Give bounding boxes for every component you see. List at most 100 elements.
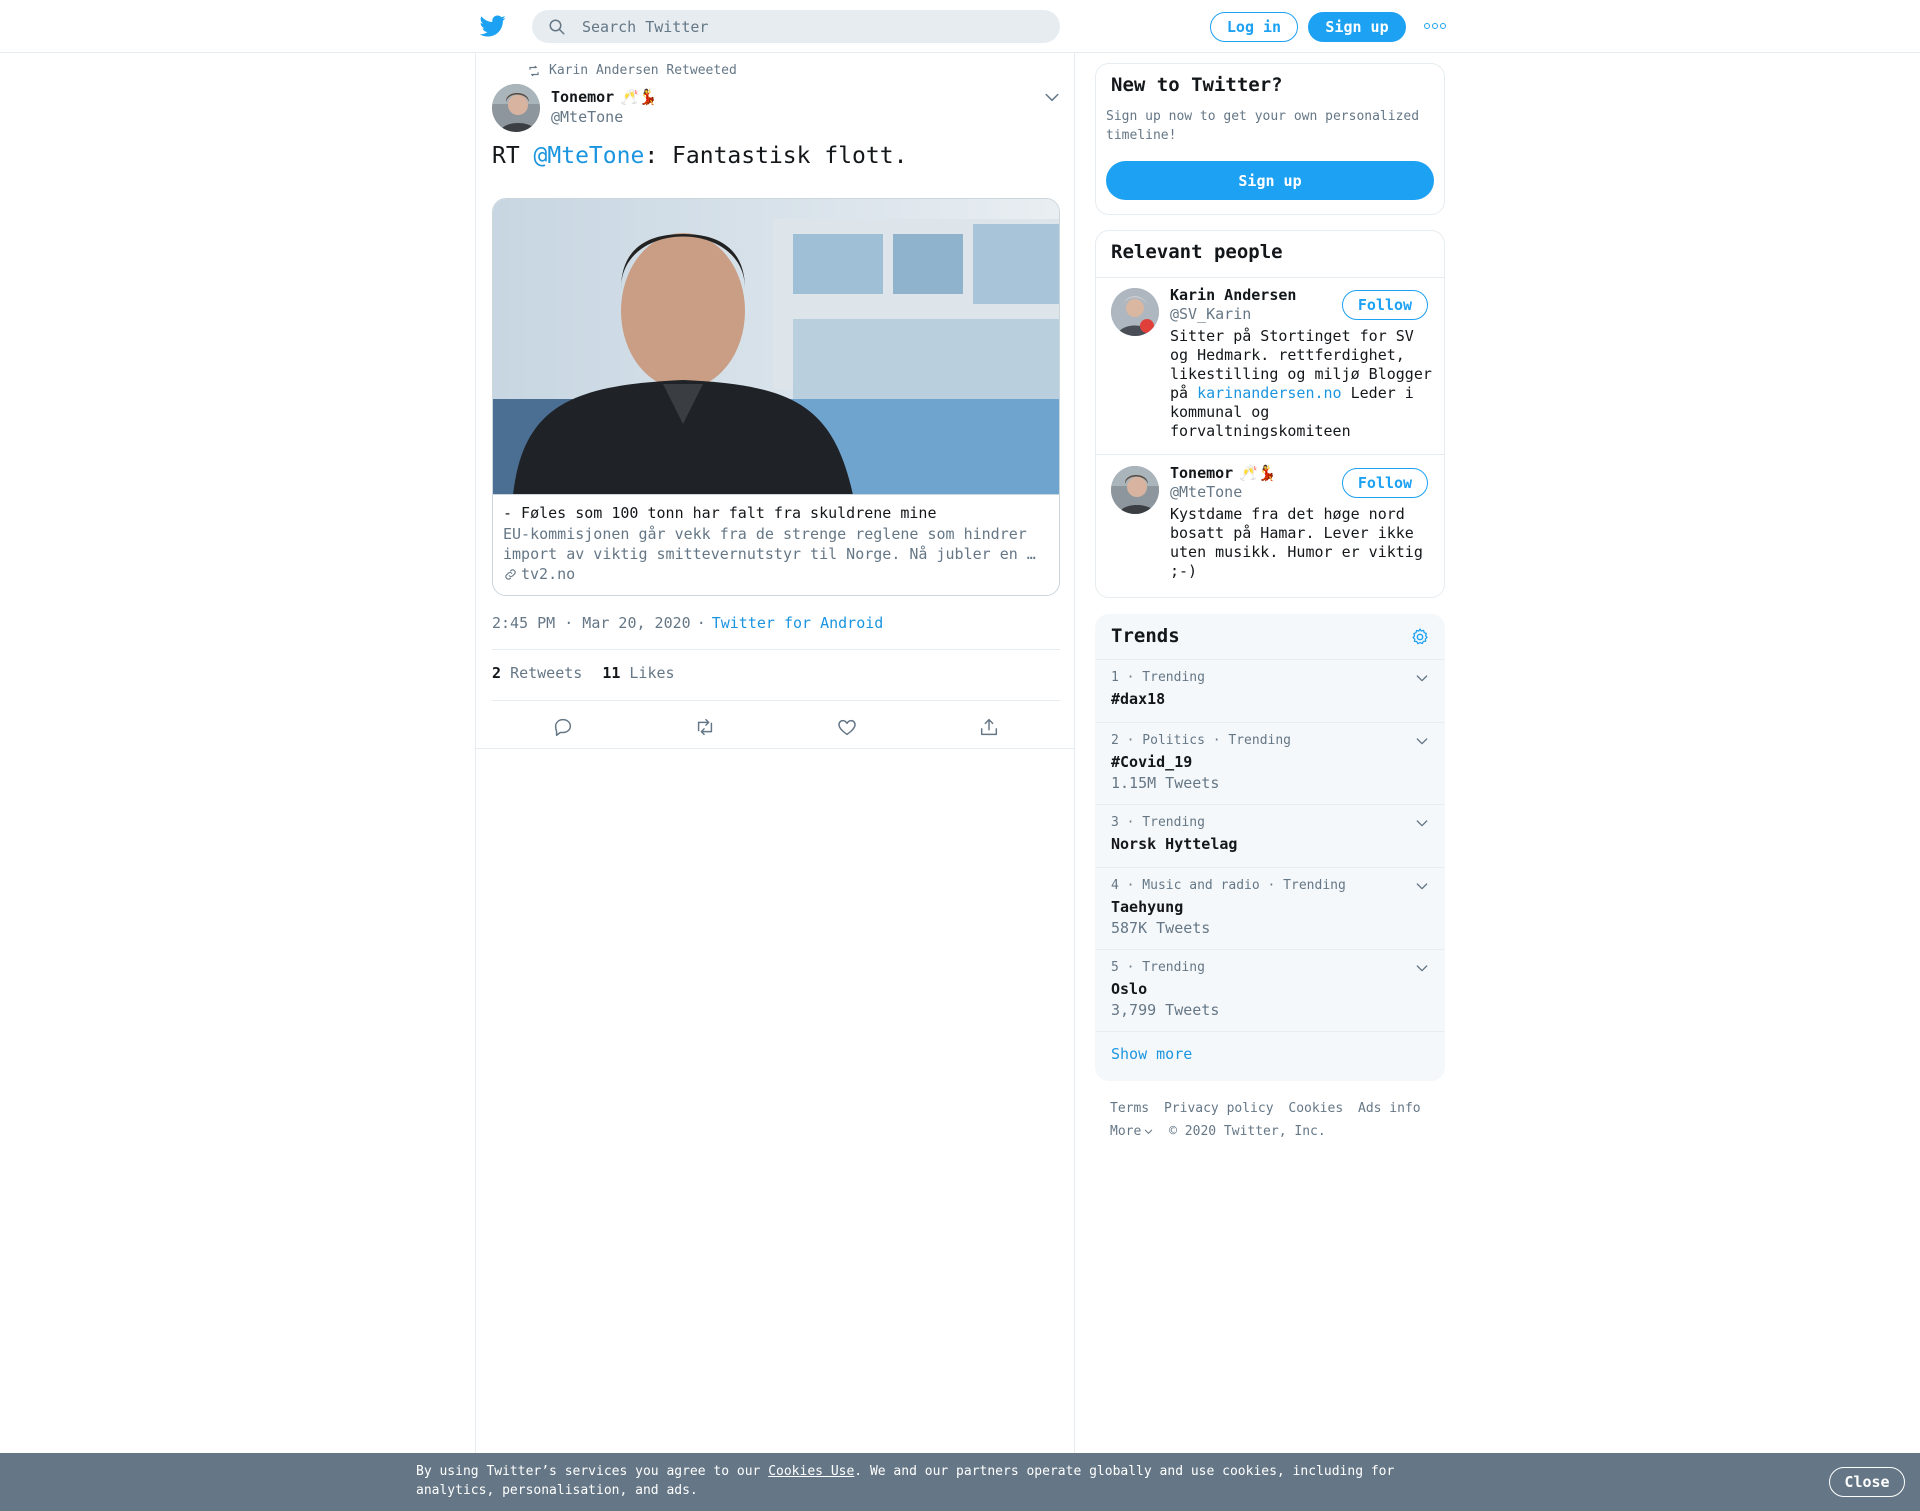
footer-more-label: More [1110, 1124, 1142, 1139]
chevron-down-icon [1145, 1129, 1153, 1134]
card-domain-text: tv2.no [521, 565, 576, 583]
person-handle[interactable]: @MteTone [1170, 483, 1242, 501]
trend-count: 3,799 Tweets [1111, 1001, 1220, 1019]
gear-icon[interactable] [1410, 627, 1430, 647]
person-name-text: Tonemor [1170, 464, 1234, 482]
person-bio: Kystdame fra det høge nord bosatt på Ham… [1170, 505, 1438, 581]
person-avatar[interactable] [1111, 288, 1159, 336]
tweet-stats: 2 Retweets 11 Likes [492, 664, 675, 682]
like-icon[interactable] [836, 716, 858, 738]
panel-header: Relevant people [1096, 231, 1444, 278]
trend-name: #dax18 [1111, 690, 1166, 708]
reply-icon[interactable] [552, 716, 574, 738]
footer-more-menu[interactable]: More [1110, 1120, 1154, 1143]
sidebar-footer: Terms Privacy policy Cookies Ads info Mo… [1110, 1097, 1440, 1143]
retweeted-by-text: Karin Andersen Retweeted [549, 63, 737, 78]
author-emoji: 🥂💃 [620, 88, 658, 106]
more-dots-icon[interactable] [1424, 17, 1446, 35]
search-input[interactable] [582, 17, 1022, 36]
person-card[interactable]: Karin Andersen @SV_Karin Follow Sitter p… [1096, 278, 1444, 455]
tweet-column: Karin Andersen Retweeted Tonemor 🥂💃 @Mte… [475, 53, 1075, 1453]
follow-button[interactable]: Follow [1342, 468, 1428, 498]
meta-separator: · [696, 614, 706, 632]
relevant-people-panel: Relevant people Karin Andersen @SV_Karin… [1095, 230, 1445, 598]
twitter-bird-icon[interactable] [480, 13, 506, 39]
like-count: 11 [602, 664, 621, 682]
cookies-use-link[interactable]: Cookies Use [768, 1464, 854, 1479]
chevron-down-icon[interactable] [1414, 960, 1430, 976]
person-avatar[interactable] [1111, 466, 1159, 514]
trend-item[interactable]: 3 · Trending Norsk Hyttelag [1096, 805, 1444, 868]
card-image [493, 199, 1059, 495]
like-label: Likes [629, 664, 675, 682]
footer-link-privacy[interactable]: Privacy policy [1164, 1101, 1274, 1116]
person-name-text: Karin Andersen [1170, 286, 1297, 304]
footer-link-terms[interactable]: Terms [1110, 1101, 1149, 1116]
tweet-meta: 2:45 PM · Mar 20, 2020 · Twitter for And… [492, 614, 883, 632]
trend-meta: 3 · Trending [1111, 815, 1205, 830]
signup-button[interactable]: Sign up [1308, 12, 1406, 42]
divider [492, 649, 1060, 650]
trend-meta: 4 · Music and radio · Trending [1111, 878, 1346, 893]
trend-meta: 2 · Politics · Trending [1111, 733, 1292, 748]
new-to-twitter-panel: New to Twitter? Sign up now to get your … [1095, 63, 1445, 215]
chevron-down-icon[interactable] [1414, 878, 1430, 894]
footer-link-ads-info[interactable]: Ads info [1358, 1101, 1421, 1116]
panel-title: Relevant people [1111, 241, 1283, 263]
chevron-down-icon[interactable] [1414, 670, 1430, 686]
author-avatar[interactable] [492, 84, 540, 132]
tweet-text-prefix: RT [492, 143, 534, 169]
person-bio: Sitter på Stortinget for SV og Hedmark. … [1170, 327, 1438, 441]
divider [476, 748, 1074, 749]
tweet-text-body: : Fantastisk flott. [644, 143, 908, 169]
chevron-down-icon[interactable] [1414, 815, 1430, 831]
retweet-icon[interactable] [694, 716, 716, 738]
trend-name: Taehyung [1111, 898, 1184, 916]
chevron-down-icon[interactable] [1042, 87, 1062, 107]
search-box[interactable] [532, 10, 1060, 43]
link-card[interactable]: - Føles som 100 tonn har falt fra skuldr… [492, 198, 1060, 596]
person-name[interactable]: Tonemor 🥂💃 [1170, 464, 1277, 482]
tweet-source-link[interactable]: Twitter for Android [712, 614, 884, 632]
top-header: Log in Sign up [0, 0, 1920, 53]
mention-link[interactable]: @MteTone [534, 143, 645, 169]
footer-link-cookies[interactable]: Cookies [1288, 1101, 1343, 1116]
person-emoji: 🥂💃 [1239, 464, 1277, 482]
divider [492, 700, 1060, 701]
card-body: - Føles som 100 tonn har falt fra skuldr… [503, 503, 1051, 584]
retweet-stat[interactable]: 2 Retweets [492, 664, 582, 682]
share-icon[interactable] [978, 716, 1000, 738]
retweet-count: 2 [492, 664, 502, 682]
person-card[interactable]: Tonemor 🥂💃 @MteTone Follow Kystdame fra … [1096, 456, 1444, 597]
tweet-actions [492, 707, 1060, 747]
tweet-text: RT @MteTone: Fantastisk flott. [492, 141, 907, 171]
retweet-label: Retweets [510, 664, 583, 682]
show-more-link[interactable]: Show more [1111, 1045, 1192, 1063]
trend-item[interactable]: 5 · Trending Oslo 3,799 Tweets [1096, 950, 1444, 1032]
login-button[interactable]: Log in [1210, 12, 1298, 42]
sidebar-signup-button[interactable]: Sign up [1106, 161, 1434, 200]
card-domain: tv2.no [503, 564, 1051, 584]
person-name[interactable]: Karin Andersen [1170, 286, 1296, 304]
tweet-timestamp[interactable]: 2:45 PM · Mar 20, 2020 [492, 614, 691, 632]
trend-meta: 1 · Trending [1111, 670, 1205, 685]
bio-link[interactable]: karinandersen.no [1197, 384, 1342, 402]
trends-panel: Trends 1 · Trending #dax18 2 · Politics … [1095, 614, 1445, 1081]
author-handle[interactable]: @MteTone [551, 108, 623, 126]
author-name[interactable]: Tonemor 🥂💃 [551, 88, 658, 106]
panel-title: Trends [1111, 625, 1180, 647]
bio-text: Kystdame fra det høge nord bosatt på Ham… [1170, 505, 1423, 580]
cookie-text-before: By using Twitter’s services you agree to… [416, 1464, 769, 1479]
follow-button[interactable]: Follow [1342, 290, 1428, 320]
like-stat[interactable]: 11 Likes [602, 664, 674, 682]
person-handle[interactable]: @SV_Karin [1170, 305, 1251, 323]
cookie-close-button[interactable]: Close [1829, 1467, 1905, 1497]
trend-count: 587K Tweets [1111, 919, 1211, 937]
trend-item[interactable]: 4 · Music and radio · Trending Taehyung … [1096, 868, 1444, 950]
card-description: EU-kommisjonen går vekk fra de strenge r… [503, 525, 1036, 563]
chevron-down-icon[interactable] [1414, 733, 1430, 749]
copyright-text: © 2020 Twitter, Inc. [1169, 1124, 1326, 1139]
trend-item[interactable]: 1 · Trending #dax18 [1096, 660, 1444, 723]
trend-item[interactable]: 2 · Politics · Trending #Covid_19 1.15M … [1096, 723, 1444, 805]
trend-name: Oslo [1111, 980, 1148, 998]
